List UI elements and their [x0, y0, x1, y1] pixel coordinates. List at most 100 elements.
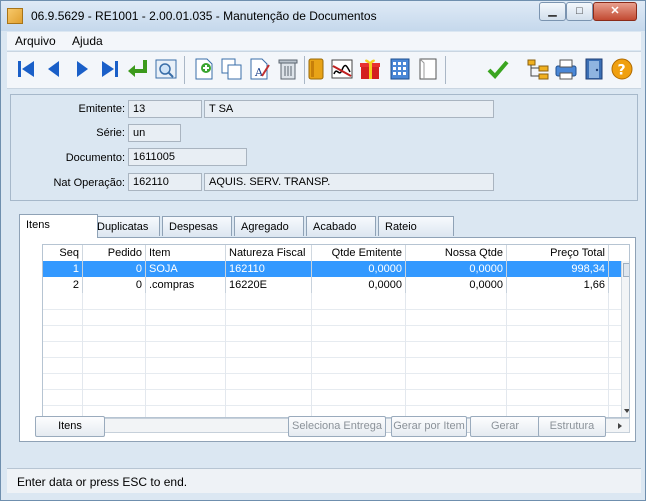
- cell-qtde-emitente: 0,0000: [312, 261, 406, 277]
- cell-pedido: 0: [83, 261, 146, 277]
- column-divider: [225, 293, 226, 417]
- scroll-thumb[interactable]: [623, 263, 629, 277]
- tab-agregado[interactable]: Agregado: [234, 216, 304, 236]
- empty-row: [43, 373, 621, 390]
- print-icon[interactable]: [553, 56, 579, 82]
- maximize-button[interactable]: □: [566, 2, 593, 21]
- cell-nossa-qtde: 0,0000: [406, 261, 507, 277]
- itens-button[interactable]: Itens: [35, 416, 105, 437]
- main-window: 06.9.5629 - RE1001 - 2.00.01.035 - Manut…: [0, 0, 646, 501]
- cell-seq: 2: [43, 277, 83, 293]
- delete-icon[interactable]: [275, 56, 301, 82]
- nat-operacao-code-field[interactable]: 162110: [128, 173, 202, 191]
- toolbar-separator: [445, 56, 446, 84]
- zoom-icon[interactable]: [153, 56, 179, 82]
- tab-itens[interactable]: Itens: [19, 214, 98, 238]
- prev-icon[interactable]: [41, 56, 67, 82]
- svg-text:A: A: [254, 66, 264, 79]
- tab-panel-itens: Seq Pedido Item Natureza Fiscal Qtde Emi…: [19, 237, 636, 442]
- items-grid[interactable]: Seq Pedido Item Natureza Fiscal Qtde Emi…: [42, 244, 630, 418]
- cell-natureza-fiscal: 162110: [226, 261, 312, 277]
- empty-row: [43, 357, 621, 374]
- cell-qtde-emitente: 0,0000: [312, 277, 406, 293]
- empty-row: [43, 293, 621, 310]
- vertical-scrollbar[interactable]: [621, 261, 630, 417]
- app-icon: [7, 8, 23, 24]
- tab-despesas[interactable]: Despesas: [162, 216, 232, 236]
- emitente-name-field[interactable]: T SA: [204, 100, 494, 118]
- cell-pedido: 0: [83, 277, 146, 293]
- gift-icon[interactable]: [357, 56, 383, 82]
- table-row[interactable]: 2 0 .compras 16220E 0,0000 0,0000 1,66: [43, 277, 621, 293]
- minimize-button[interactable]: ▁: [539, 2, 566, 21]
- cell-nossa-qtde: 0,0000: [406, 277, 507, 293]
- return-icon[interactable]: [125, 56, 151, 82]
- scroll-right-icon[interactable]: [616, 422, 624, 430]
- tabs-area: Itens Duplicatas Despesas Agregado Acaba…: [10, 207, 638, 447]
- next-icon[interactable]: [69, 56, 95, 82]
- svg-text:?: ?: [618, 63, 626, 79]
- tab-rateio[interactable]: Rateio: [378, 216, 454, 236]
- last-icon[interactable]: [97, 56, 123, 82]
- confirm-icon[interactable]: [485, 56, 511, 82]
- column-divider: [145, 293, 146, 417]
- first-icon[interactable]: [13, 56, 39, 82]
- tree-icon[interactable]: [525, 56, 551, 82]
- document-header-form: Emitente: 13 T SA Série: un Documento: 1…: [10, 94, 638, 201]
- emitente-code-field[interactable]: 13: [128, 100, 202, 118]
- emitente-label: Emitente:: [78, 103, 125, 115]
- calculator-icon[interactable]: [387, 56, 413, 82]
- copy-icon[interactable]: [219, 56, 245, 82]
- tab-duplicatas[interactable]: Duplicatas: [90, 216, 160, 236]
- gerar-por-item-button[interactable]: Gerar por Item: [391, 416, 467, 437]
- estrutura-button[interactable]: Estrutura: [538, 416, 606, 437]
- empty-row: [43, 325, 621, 342]
- documento-field[interactable]: 1611005: [128, 148, 247, 166]
- serie-label: Série:: [96, 127, 125, 139]
- column-header-qtde-emitente[interactable]: Qtde Emitente: [312, 245, 406, 261]
- menu-ajuda[interactable]: Ajuda: [72, 34, 103, 48]
- status-text: Enter data or press ESC to end.: [17, 475, 188, 489]
- column-header-item[interactable]: Item: [146, 245, 226, 261]
- title-bar: 06.9.5629 - RE1001 - 2.00.01.035 - Manut…: [1, 1, 645, 31]
- scroll-down-icon[interactable]: [623, 407, 630, 415]
- nat-operacao-label: Nat Operação:: [53, 177, 125, 189]
- exit-icon[interactable]: [581, 56, 607, 82]
- empty-row: [43, 389, 621, 406]
- toolbar: A ?: [7, 51, 641, 89]
- close-button[interactable]: ✕: [593, 2, 637, 21]
- menu-arquivo[interactable]: Arquivo: [15, 34, 56, 48]
- column-header-preco-total[interactable]: Preço Total: [507, 245, 609, 261]
- column-divider: [608, 293, 609, 417]
- blank-page-icon[interactable]: [415, 56, 441, 82]
- column-header-natureza-fiscal[interactable]: Natureza Fiscal: [226, 245, 312, 261]
- cell-natureza-fiscal: 16220E: [226, 277, 312, 293]
- seleciona-entrega-button[interactable]: Seleciona Entrega: [288, 416, 386, 437]
- menu-bar: Arquivo Ajuda: [7, 32, 641, 50]
- column-divider: [405, 293, 406, 417]
- help-icon[interactable]: ?: [609, 56, 635, 82]
- serie-field[interactable]: un: [128, 124, 181, 142]
- cell-preco-total: 998,34: [507, 261, 609, 277]
- column-header-pedido[interactable]: Pedido: [83, 245, 146, 261]
- table-row[interactable]: 1 0 SOJA 162110 0,0000 0,0000 998,34: [43, 261, 621, 277]
- signature-icon[interactable]: [329, 56, 355, 82]
- cell-item: .compras: [146, 277, 226, 293]
- column-header-seq[interactable]: Seq: [43, 245, 83, 261]
- gerar-button[interactable]: Gerar: [470, 416, 540, 437]
- column-divider: [311, 293, 312, 417]
- edit-icon[interactable]: A: [247, 56, 273, 82]
- documento-label: Documento:: [65, 152, 125, 164]
- tab-acabado[interactable]: Acabado: [306, 216, 376, 236]
- column-divider: [506, 293, 507, 417]
- column-header-nossa-qtde[interactable]: Nossa Qtde: [406, 245, 507, 261]
- nat-operacao-desc-field[interactable]: AQUIS. SERV. TRANSP.: [204, 173, 494, 191]
- cell-seq: 1: [43, 261, 83, 277]
- cell-preco-total: 1,66: [507, 277, 609, 293]
- column-divider: [82, 293, 83, 417]
- cell-item: SOJA: [146, 261, 226, 277]
- empty-row: [43, 309, 621, 326]
- status-bar: Enter data or press ESC to end.: [7, 468, 641, 493]
- book-icon[interactable]: [303, 56, 329, 82]
- add-icon[interactable]: [191, 56, 217, 82]
